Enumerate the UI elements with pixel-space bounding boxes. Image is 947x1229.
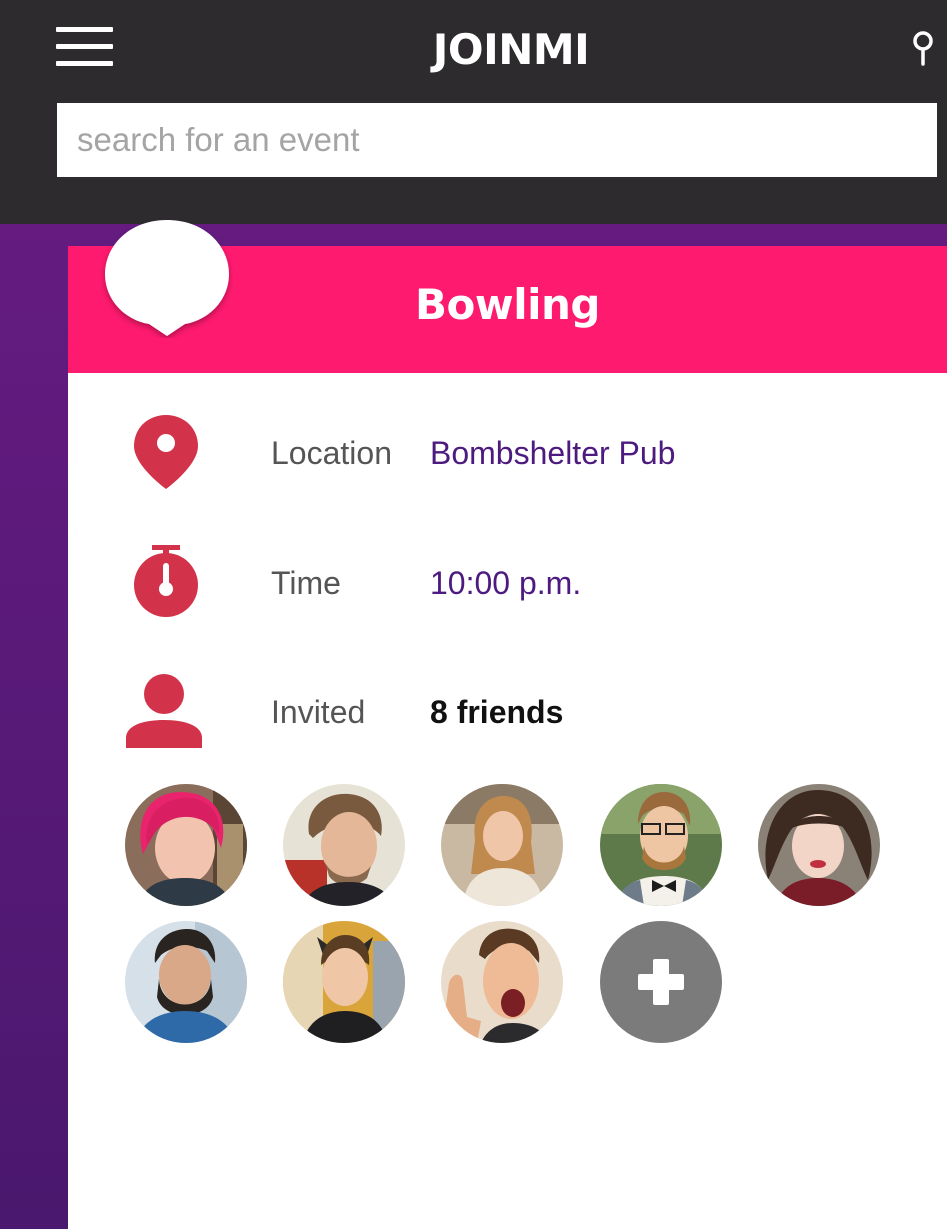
search-icon[interactable] (908, 30, 938, 66)
location-value[interactable]: Bombshelter Pub (430, 433, 675, 473)
invited-value: 8 friends (430, 694, 564, 730)
friend-avatar-6[interactable] (125, 921, 247, 1043)
stopwatch-icon (134, 545, 198, 617)
friend-avatar-5[interactable] (758, 784, 880, 906)
add-friend-button[interactable] (600, 921, 722, 1043)
plus-icon (638, 959, 684, 1005)
top-bar: JOINMI (0, 0, 947, 224)
invited-row: Invited 8 friends (68, 670, 947, 760)
search-input[interactable] (57, 103, 937, 177)
time-value[interactable]: 10:00 p.m. (430, 563, 581, 603)
time-row: Time 10:00 p.m. (68, 541, 947, 631)
map-pin-icon (134, 415, 198, 489)
friend-avatar-2[interactable] (283, 784, 405, 906)
friend-avatar-7[interactable] (283, 921, 405, 1043)
friend-avatar-8[interactable] (441, 921, 563, 1043)
friend-avatar-3[interactable] (441, 784, 563, 906)
speech-bubble-icon (105, 220, 229, 336)
invited-label: Invited (271, 694, 366, 730)
person-icon (126, 674, 202, 748)
location-label: Location (271, 435, 392, 471)
location-row: Location Bombshelter Pub (68, 411, 947, 501)
friend-avatar-1[interactable] (125, 784, 247, 906)
event-card: Bowling Location Bombshelter Pub Time 10… (68, 220, 947, 1229)
friend-avatar-4[interactable] (600, 784, 722, 906)
time-label: Time (271, 565, 341, 601)
app-title: JOINMI (432, 25, 590, 74)
